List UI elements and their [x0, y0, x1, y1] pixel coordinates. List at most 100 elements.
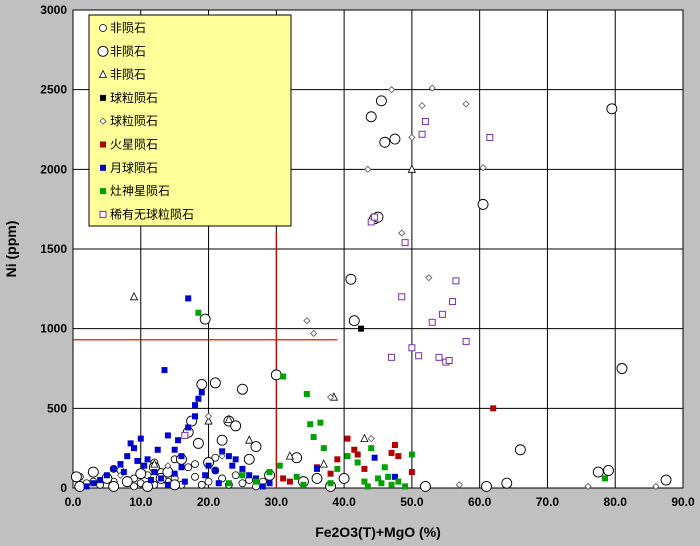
legend-marker: [99, 210, 107, 218]
data-point: [192, 413, 198, 420]
data-point: [199, 313, 211, 325]
x-tick-label: 60.0: [468, 495, 492, 509]
data-point: [87, 466, 99, 478]
data-point: [121, 476, 133, 488]
data-point: [477, 198, 489, 210]
data-point: [365, 111, 377, 123]
data-point: [205, 462, 212, 469]
data-point: [419, 480, 431, 492]
data-point: [83, 483, 90, 490]
x-tick-label: 0.0: [65, 495, 82, 509]
data-point: [195, 309, 202, 316]
data-point: [307, 421, 314, 428]
data-point: [385, 473, 392, 480]
scatter-chart: 0.0 10.0 20.0 30.0 40.0 50.0 60.0 70.0 80.0 90.0 …: [3, 3, 695, 540]
data-point: [486, 133, 494, 141]
data-point: [239, 465, 246, 472]
data-point: [196, 378, 208, 390]
data-point: [229, 462, 236, 469]
data-point: [602, 465, 614, 476]
data-point: [358, 325, 365, 332]
y-tick-label: 2500: [40, 83, 67, 97]
data-point: [381, 464, 388, 471]
y-tick-label: 500: [47, 401, 67, 415]
data-point: [408, 451, 415, 458]
x-tick-label: 50.0: [400, 495, 424, 509]
data-point: [266, 480, 273, 487]
legend-label: 非陨石: [110, 68, 146, 82]
data-point: [327, 480, 334, 487]
data-point: [171, 446, 178, 453]
legend-marker: [100, 164, 106, 171]
legend-marker: [100, 94, 106, 101]
data-point: [110, 465, 117, 472]
data-point: [243, 453, 255, 465]
legend-label: 火星陨石: [110, 138, 158, 152]
data-point: [310, 434, 317, 441]
data-point: [209, 377, 221, 389]
data-point: [181, 478, 188, 485]
data-point: [161, 367, 168, 374]
data-point: [361, 465, 368, 472]
data-point: [124, 453, 131, 460]
data-point: [164, 481, 171, 488]
data-point: [225, 453, 232, 460]
data-point: [178, 464, 185, 471]
y-axis-ticks: 0 500 1000 1500 2000 2500 3000: [40, 3, 67, 495]
data-point: [291, 452, 303, 464]
data-point: [280, 475, 287, 482]
data-point: [141, 462, 148, 469]
legend-marker: [100, 188, 106, 195]
legend-marker: [100, 141, 106, 148]
data-point: [154, 446, 161, 453]
data-point: [70, 471, 82, 483]
data-point: [602, 475, 609, 482]
data-point: [334, 456, 341, 463]
data-point: [134, 457, 141, 464]
data-point: [389, 133, 401, 145]
data-point: [184, 463, 193, 472]
data-point: [259, 483, 266, 490]
data-point: [421, 118, 429, 126]
data-point: [137, 435, 144, 442]
data-point: [388, 449, 395, 456]
legend-label: 非陨石: [110, 44, 146, 58]
y-tick-label: 3000: [40, 3, 67, 17]
data-point: [311, 472, 323, 484]
data-point: [388, 353, 396, 361]
data-point: [191, 472, 199, 481]
data-point: [445, 357, 453, 365]
data-point: [314, 465, 320, 472]
data-point: [108, 480, 120, 492]
data-point: [345, 273, 357, 285]
data-point: [266, 469, 273, 476]
data-point: [197, 480, 206, 489]
legend-marker: [97, 45, 109, 57]
data-point: [147, 477, 154, 484]
y-axis-title: Ni (ppm): [3, 221, 19, 278]
data-point: [178, 453, 185, 460]
data-point: [317, 419, 324, 426]
data-point: [164, 432, 171, 439]
data-point: [246, 472, 253, 479]
data-point: [402, 483, 409, 490]
data-point: [144, 456, 151, 463]
data-point: [428, 318, 436, 326]
data-point: [195, 395, 202, 402]
data-point: [398, 293, 406, 301]
data-point: [344, 435, 351, 442]
data-point: [303, 390, 310, 397]
data-point: [74, 480, 86, 492]
data-point: [354, 459, 361, 466]
data-point: [375, 95, 387, 107]
data-point: [449, 298, 457, 306]
data-point: [225, 480, 232, 487]
data-point: [158, 475, 165, 482]
data-point: [379, 136, 391, 148]
data-point: [415, 352, 423, 360]
data-point: [408, 344, 416, 352]
data-point: [192, 402, 198, 409]
data-point: [401, 239, 409, 247]
data-point: [348, 315, 360, 327]
data-point: [216, 434, 228, 446]
